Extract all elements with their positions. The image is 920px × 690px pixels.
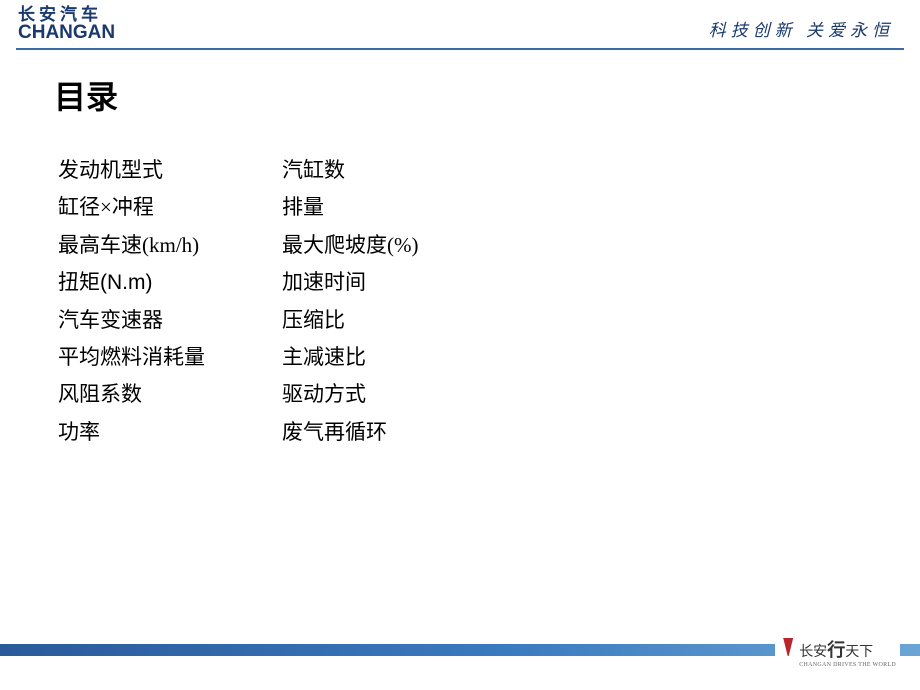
toc-col-left: 发动机型式 缸径×冲程 最高车速(km/h) 扭矩(N.m) 汽车变速器 平均燃… bbox=[58, 152, 282, 451]
footer-cn-prefix: 长安 bbox=[799, 645, 827, 660]
logo: 长安汽车 CHANGAN bbox=[18, 6, 115, 42]
slide-header: 长安汽车 CHANGAN 科技创新 关爱永恒 bbox=[0, 0, 920, 46]
toc-item: 主减速比 bbox=[282, 339, 418, 376]
toc-item: 扭矩(N.m) bbox=[58, 264, 282, 301]
toc-item: 排量 bbox=[282, 189, 418, 226]
toc-item: 发动机型式 bbox=[58, 152, 282, 189]
footer-badge: 长安行天下 CHANGAN DRIVES THE WORLD bbox=[775, 634, 900, 668]
toc-item: 压缩比 bbox=[282, 302, 418, 339]
header-slogan: 科技创新 关爱永恒 bbox=[709, 16, 894, 41]
toc-item: 驱动方式 bbox=[282, 376, 418, 413]
header-divider bbox=[16, 48, 904, 50]
toc-item: 平均燃料消耗量 bbox=[58, 339, 282, 376]
footer-cn-script: 行 bbox=[827, 640, 845, 660]
logo-cn: 长安汽车 bbox=[18, 6, 115, 23]
footer-text: 长安行天下 CHANGAN DRIVES THE WORLD bbox=[799, 636, 896, 668]
toc-item: 汽车变速器 bbox=[58, 302, 282, 339]
toc-item: 最大爬坡度(%) bbox=[282, 227, 418, 264]
logo-en: CHANGAN bbox=[18, 23, 115, 42]
toc-col-right: 汽缸数 排量 最大爬坡度(%) 加速时间 压缩比 主减速比 驱动方式 废气再循环 bbox=[282, 152, 418, 451]
toc-content: 发动机型式 缸径×冲程 最高车速(km/h) 扭矩(N.m) 汽车变速器 平均燃… bbox=[58, 152, 920, 451]
toc-item: 功率 bbox=[58, 414, 282, 451]
toc-item: 风阻系数 bbox=[58, 376, 282, 413]
footer-cn: 长安行天下 bbox=[799, 636, 896, 662]
footer-en: CHANGAN DRIVES THE WORLD bbox=[799, 662, 896, 668]
footer-cn-suffix: 天下 bbox=[845, 645, 873, 660]
page-title: 目录 bbox=[54, 72, 920, 118]
footer-badge-wrap: 长安行天下 CHANGAN DRIVES THE WORLD bbox=[0, 634, 920, 668]
toc-item: 加速时间 bbox=[282, 264, 418, 301]
toc-item: 最高车速(km/h) bbox=[58, 227, 282, 264]
toc-item: 汽缸数 bbox=[282, 152, 418, 189]
changan-shield-icon bbox=[783, 638, 793, 656]
toc-item: 废气再循环 bbox=[282, 414, 418, 451]
slide-footer: 长安行天下 CHANGAN DRIVES THE WORLD bbox=[0, 644, 920, 668]
toc-item: 缸径×冲程 bbox=[58, 189, 282, 226]
